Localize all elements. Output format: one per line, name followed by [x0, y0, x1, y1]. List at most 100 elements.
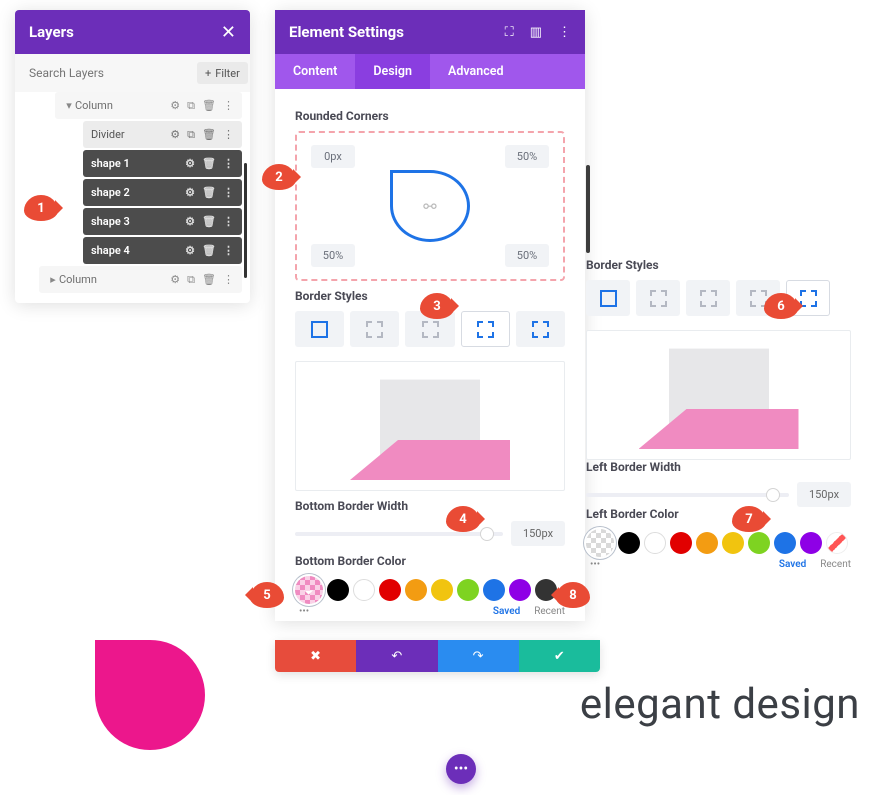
palette-recent[interactable]: Recent	[534, 606, 565, 617]
layer-row-shape2[interactable]: shape 2 ⚙🗑⋮	[83, 179, 242, 206]
left-border-width-value[interactable]: 150px	[797, 482, 851, 507]
layer-row-shape4[interactable]: shape 4 ⚙🗑⋮	[83, 237, 242, 264]
border-styles-title-right: Border Styles	[586, 258, 851, 272]
corner-tr-value[interactable]: 50%	[505, 145, 549, 168]
bottom-border-width-slider[interactable]	[295, 532, 503, 536]
trash-icon[interactable]: 🗑	[202, 244, 216, 257]
swatch-orange[interactable]	[405, 579, 427, 601]
swatch-yellow[interactable]	[431, 579, 453, 601]
more-colors-icon[interactable]: •••	[590, 559, 600, 570]
more-icon[interactable]: ⋮	[223, 244, 234, 257]
undo-button[interactable]: ↶	[356, 640, 437, 672]
corner-bl-value[interactable]: 50%	[311, 244, 355, 267]
border-bottom[interactable]	[461, 311, 510, 347]
more-icon[interactable]: ⋮	[223, 273, 234, 286]
swatch-white[interactable]	[644, 532, 666, 554]
more-icon[interactable]: ⋮	[223, 186, 234, 199]
columns-icon[interactable]: ▥	[530, 25, 542, 40]
swatch-white[interactable]	[353, 579, 375, 601]
settings-right-column: Border Styles Left Border Width 150px Le…	[586, 258, 851, 570]
trash-icon[interactable]: 🗑	[202, 186, 216, 199]
palette-saved[interactable]: Saved	[779, 559, 806, 570]
caret-down-icon[interactable]: ▾	[63, 99, 75, 112]
swatch-green[interactable]	[457, 579, 479, 601]
rounded-shape-preview: ⚯	[390, 170, 470, 242]
expand-icon[interactable]: ⛶	[505, 25, 514, 40]
tab-content[interactable]: Content	[275, 54, 355, 89]
left-border-width-title: Left Border Width	[586, 460, 851, 474]
layer-row-column[interactable]: ▾ Column ⚙⧉🗑⋮	[55, 92, 242, 119]
filter-button[interactable]: +Filter	[197, 62, 248, 84]
copy-icon[interactable]: ⧉	[187, 128, 195, 142]
swatch-blue[interactable]	[774, 532, 796, 554]
copy-icon[interactable]: ⧉	[187, 273, 195, 287]
border-right[interactable]	[686, 280, 730, 316]
swatch-red[interactable]	[670, 532, 692, 554]
border-left[interactable]	[516, 311, 565, 347]
swatch-none[interactable]	[826, 532, 848, 554]
swatch-black[interactable]	[618, 532, 640, 554]
tab-advanced[interactable]: Advanced	[430, 54, 522, 89]
layer-row-shape1[interactable]: shape 1 ⚙🗑⋮	[83, 150, 242, 177]
gear-icon[interactable]: ⚙	[185, 244, 195, 257]
swatch-black[interactable]	[327, 579, 349, 601]
caret-right-icon[interactable]: ▸	[47, 273, 59, 286]
more-colors-icon[interactable]: •••	[299, 606, 309, 617]
layer-row-divider[interactable]: Divider ⚙⧉🗑⋮	[83, 121, 242, 148]
more-icon[interactable]: ⋮	[223, 157, 234, 170]
swatch-purple[interactable]	[800, 532, 822, 554]
corner-br-value[interactable]: 50%	[505, 244, 549, 267]
swatch-transparent[interactable]	[586, 529, 614, 557]
color-eyedropper[interactable]	[295, 576, 323, 604]
trash-icon[interactable]: 🗑	[202, 273, 216, 286]
swatch-red[interactable]	[379, 579, 401, 601]
gear-icon[interactable]: ⚙	[185, 215, 195, 228]
swatch-green[interactable]	[748, 532, 770, 554]
settings-title: Element Settings	[289, 23, 404, 41]
swatch-purple[interactable]	[509, 579, 531, 601]
left-border-width-slider[interactable]	[586, 493, 789, 497]
more-icon[interactable]: ⋮	[558, 25, 571, 40]
callout-2: 2	[262, 164, 296, 190]
redo-button[interactable]: ↷	[438, 640, 519, 672]
callout-4: 4	[446, 506, 480, 532]
trash-icon[interactable]: 🗑	[202, 99, 216, 112]
callout-8: 8	[556, 582, 590, 608]
swatch-yellow[interactable]	[722, 532, 744, 554]
gear-icon[interactable]: ⚙	[185, 157, 195, 170]
border-top[interactable]	[350, 311, 399, 347]
corner-tl-value[interactable]: 0px	[311, 145, 355, 168]
link-icon[interactable]: ⚯	[423, 197, 436, 216]
save-button[interactable]: ✔	[519, 640, 600, 672]
settings-tabs: Content Design Advanced	[275, 54, 585, 89]
layers-search-row: +Filter	[15, 54, 250, 92]
fab-more-button[interactable]: •••	[446, 754, 476, 784]
tab-design[interactable]: Design	[355, 54, 430, 89]
gear-icon[interactable]: ⚙	[170, 273, 180, 286]
border-top[interactable]	[636, 280, 680, 316]
more-icon[interactable]: ⋮	[223, 99, 234, 112]
border-all[interactable]	[295, 311, 344, 347]
gear-icon[interactable]: ⚙	[170, 128, 180, 141]
palette-saved[interactable]: Saved	[493, 606, 520, 617]
trash-icon[interactable]: 🗑	[202, 215, 216, 228]
cancel-button[interactable]: ✖	[275, 640, 356, 672]
gear-icon[interactable]: ⚙	[170, 99, 180, 112]
close-icon[interactable]: ✕	[221, 22, 236, 43]
trash-icon[interactable]: 🗑	[202, 128, 216, 141]
more-icon[interactable]: ⋮	[223, 215, 234, 228]
more-icon[interactable]: ⋮	[223, 128, 234, 141]
trash-icon[interactable]: 🗑	[202, 157, 216, 170]
copy-icon[interactable]: ⧉	[187, 99, 195, 113]
layer-row-shape3[interactable]: shape 3 ⚙🗑⋮	[83, 208, 242, 235]
swatch-orange[interactable]	[696, 532, 718, 554]
shape-preview-right	[586, 330, 851, 460]
swatch-blue[interactable]	[483, 579, 505, 601]
palette-recent[interactable]: Recent	[820, 559, 851, 570]
gear-icon[interactable]: ⚙	[185, 186, 195, 199]
layer-row-column2[interactable]: ▸ Column ⚙⧉🗑⋮	[39, 266, 242, 293]
border-all[interactable]	[586, 280, 630, 316]
search-input[interactable]	[23, 62, 191, 84]
bottom-border-width-value[interactable]: 150px	[511, 521, 565, 546]
rounded-corners-control[interactable]: 0px 50% 50% 50% ⚯	[295, 131, 565, 281]
